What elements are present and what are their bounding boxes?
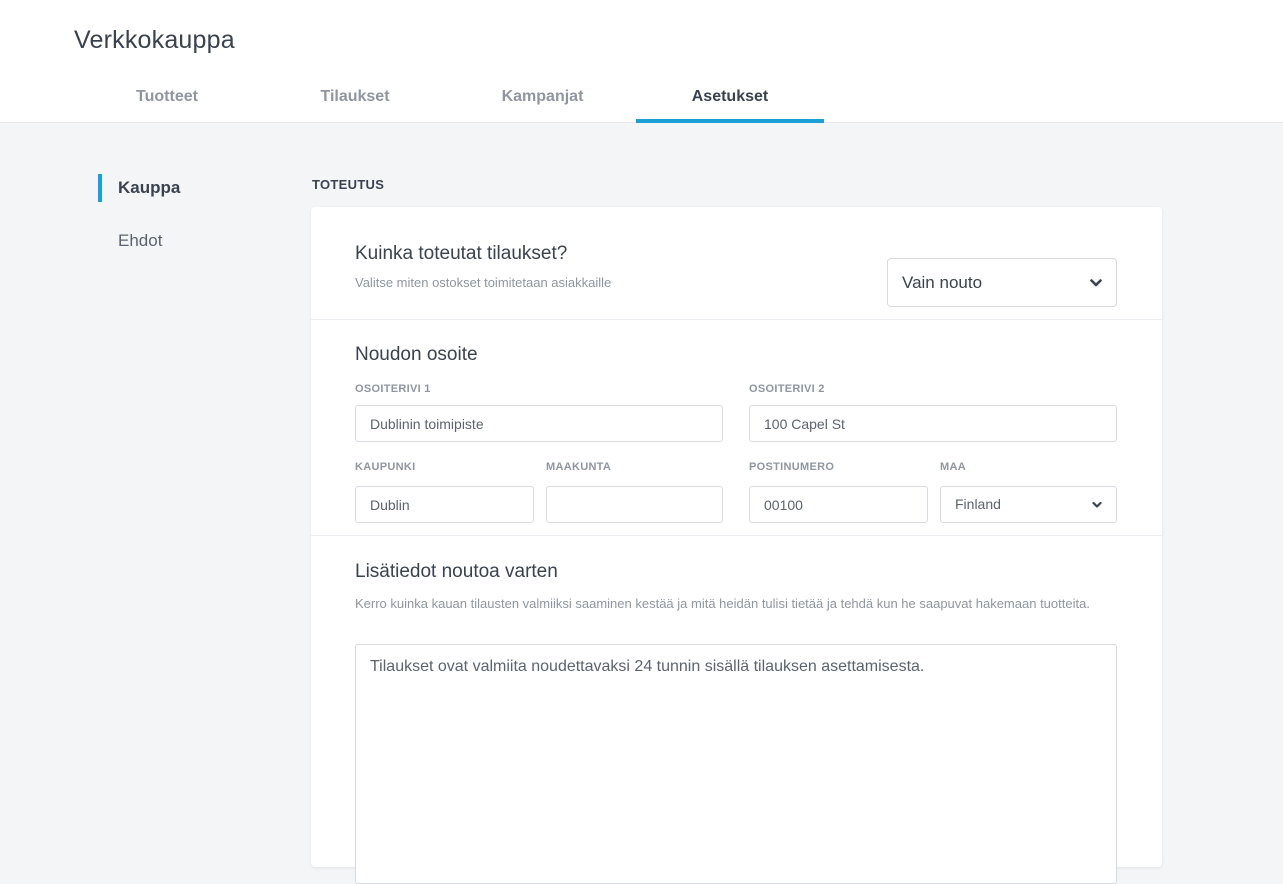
tab-kampanjat[interactable]: Kampanjat (449, 80, 636, 123)
city-input[interactable] (355, 486, 534, 523)
fulfillment-subtitle: Valitse miten ostokset toimitetaan asiak… (355, 275, 612, 290)
section-heading: TOTEUTUS (312, 177, 385, 192)
divider (311, 319, 1162, 320)
address-line2-input[interactable] (749, 405, 1117, 442)
fulfillment-question: Kuinka toteutat tilaukset? (355, 243, 568, 264)
region-input[interactable] (546, 486, 723, 523)
divider (311, 535, 1162, 536)
country-value: Finland (955, 496, 1001, 512)
fulfillment-card: Kuinka toteutat tilaukset? Valitse miten… (311, 207, 1162, 884)
chevron-down-icon (1090, 279, 1102, 287)
tab-asetukset[interactable]: Asetukset (636, 80, 824, 123)
address-line2-label: OSOITERIVI 2 (749, 383, 825, 395)
postal-code-input[interactable] (749, 486, 928, 523)
top-header: Verkkokauppa Tuotteet Tilaukset Kampanja… (0, 0, 1283, 123)
app-title: Verkkokauppa (74, 26, 235, 54)
country-label: MAA (940, 461, 966, 473)
address-line1-input[interactable] (355, 405, 723, 442)
city-label: KAUPUNKI (355, 461, 416, 473)
fulfillment-method-select[interactable]: Vain nouto (887, 258, 1117, 307)
postal-code-label: POSTINUMERO (749, 461, 835, 473)
pickup-info-description: Kerro kuinka kauan tilausten valmiiksi s… (355, 596, 1090, 611)
pickup-address-title: Noudon osoite (355, 344, 478, 365)
region-label: MAAKUNTA (546, 461, 612, 473)
tab-tuotteet[interactable]: Tuotteet (73, 80, 261, 123)
fulfillment-method-value: Vain nouto (902, 273, 983, 292)
country-select[interactable]: Finland (940, 486, 1117, 523)
chevron-down-icon (1092, 501, 1102, 508)
pickup-info-title: Lisätiedot noutoa varten (355, 561, 558, 582)
tab-tilaukset[interactable]: Tilaukset (261, 80, 449, 123)
main-tabs: Tuotteet Tilaukset Kampanjat Asetukset (73, 80, 824, 123)
address-line1-label: OSOITERIVI 1 (355, 383, 431, 395)
sidebar-item-kauppa[interactable]: Kauppa (98, 173, 180, 203)
settings-sidebar: Kauppa Ehdot (98, 173, 180, 279)
sidebar-item-ehdot[interactable]: Ehdot (98, 226, 180, 256)
pickup-info-textarea[interactable]: Tilaukset ovat valmiita noudettavaksi 24… (355, 644, 1117, 884)
